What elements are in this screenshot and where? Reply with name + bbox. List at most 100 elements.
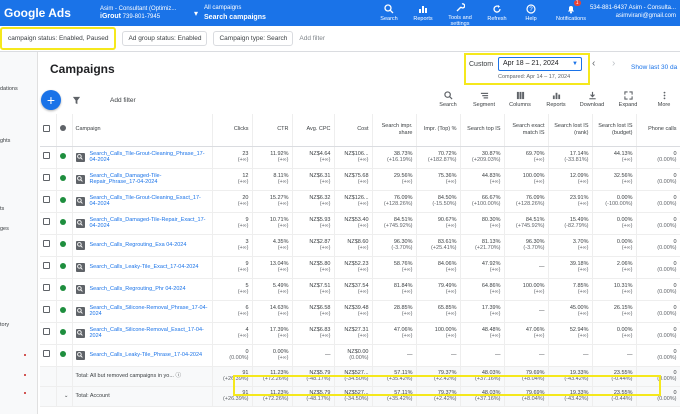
row-checkbox[interactable] bbox=[40, 344, 57, 367]
toolbar-expand-button[interactable]: Expand bbox=[610, 90, 646, 108]
cell-change: (+8.04%) bbox=[522, 376, 545, 382]
campaign-name-link[interactable]: Search_Calls_Silicone-Removal_Exact_17-0… bbox=[90, 327, 209, 340]
filter-chip-ad-group-status[interactable]: Ad group status: Enabled bbox=[122, 31, 208, 46]
campaign-name-link[interactable]: Search_Calls_Leaky-Tile_Exact_17-04-2024 bbox=[90, 264, 199, 271]
column-header-phone-calls[interactable]: Phone calls bbox=[636, 114, 680, 147]
cell-change: (+∞) bbox=[237, 245, 249, 251]
campaign-name-link[interactable]: Search_Calls_Silicone-Removal_Phrase_17-… bbox=[90, 305, 209, 318]
table-row[interactable]: Search_Calls_Silicone-Removal_Phrase_17-… bbox=[40, 300, 680, 323]
row-status[interactable] bbox=[56, 344, 73, 367]
column-header-impr-top[interactable]: Impr. (Top) % bbox=[416, 114, 461, 147]
column-header-search-exact-match-is[interactable]: Search exact match IS bbox=[504, 114, 549, 147]
row-status[interactable] bbox=[56, 256, 73, 279]
column-header-search-lost-is-rank[interactable]: Search lost IS (rank) bbox=[548, 114, 593, 147]
row-checkbox[interactable] bbox=[40, 146, 57, 169]
row-status[interactable] bbox=[56, 212, 73, 235]
select-all-checkbox[interactable] bbox=[40, 114, 57, 147]
sidebar-item-recommendations[interactable]: dations bbox=[0, 86, 18, 92]
filter-chip-campaign-type[interactable]: Campaign type: Search bbox=[213, 31, 294, 46]
table-row[interactable]: Search_Calls_Damaged-Tile-Repair_Phrase_… bbox=[40, 168, 680, 191]
previous-period-icon[interactable]: ‹ bbox=[592, 58, 595, 69]
toolbar-download-button[interactable]: Download bbox=[574, 90, 610, 108]
filter-chip-campaign-status[interactable]: campaign status: Enabled, Paused bbox=[0, 27, 117, 50]
cell-change: (+∞) bbox=[319, 157, 331, 163]
sidebar-item-assets[interactable]: ts bbox=[0, 206, 4, 212]
column-header-ctr[interactable]: CTR bbox=[252, 114, 293, 147]
add-filter-link[interactable]: Add filter bbox=[299, 35, 325, 42]
cell-cost: NZ$75.68 (+∞) bbox=[334, 168, 373, 191]
refresh-button[interactable]: Refresh bbox=[480, 0, 514, 26]
toolbar-search-button[interactable]: Search bbox=[430, 90, 466, 108]
campaign-name-link[interactable]: Search_Calls_Regrouting_Exa 04-2024 bbox=[90, 242, 187, 249]
table-row[interactable]: Search_Calls_Silicone-Removal_Exact_17-0… bbox=[40, 322, 680, 345]
column-header-clicks[interactable]: Clicks bbox=[212, 114, 253, 147]
sidebar-item-history[interactable]: tory bbox=[0, 322, 9, 328]
row-checkbox[interactable] bbox=[40, 256, 57, 279]
table-add-filter[interactable]: Add filter bbox=[110, 97, 136, 104]
campaign-name-link[interactable]: Search_Calls_Regrouting_Phr 04-2024 bbox=[90, 286, 186, 293]
toolbar-more-button[interactable]: More bbox=[646, 90, 680, 108]
status-column-header[interactable] bbox=[56, 114, 73, 147]
row-checkbox[interactable] bbox=[40, 212, 57, 235]
column-header-avg-cpc[interactable]: Avg. CPC bbox=[292, 114, 335, 147]
cell-change: (+∞) bbox=[319, 267, 331, 273]
breadcrumb-parent[interactable]: All campaigns bbox=[204, 4, 364, 13]
toolbar-reports-button[interactable]: Reports bbox=[538, 90, 574, 108]
table-row[interactable]: Search_Calls_Tile-Grout-Cleaning_Phrase_… bbox=[40, 146, 680, 169]
add-campaign-button[interactable]: + bbox=[41, 90, 61, 110]
toolbar-columns-button[interactable]: Columns bbox=[502, 90, 538, 108]
notifications-button[interactable]: 1 Notifications bbox=[548, 0, 594, 26]
sidebar-item-pages[interactable]: ges bbox=[0, 226, 9, 232]
table-row[interactable]: Search_Calls_Leaky-Tile_Exact_17-04-2024… bbox=[40, 256, 680, 279]
table-row[interactable]: Search_Calls_Leaky-Tile_Phrase_17-04-202… bbox=[40, 344, 680, 367]
row-checkbox[interactable] bbox=[40, 300, 57, 323]
search-icon bbox=[384, 3, 395, 14]
campaign-name-link[interactable]: Search_Calls_Damaged-Tile-Repair_Phrase_… bbox=[90, 173, 209, 186]
table-row[interactable]: Search_Calls_Damaged-Tile-Repair_Exact_1… bbox=[40, 212, 680, 235]
column-header-search-impr-share[interactable]: Search impr. share bbox=[372, 114, 417, 147]
chevron-down-icon[interactable]: ▾ bbox=[194, 9, 198, 18]
column-header-search-lost-is-budget[interactable]: Search lost IS (budget) bbox=[592, 114, 637, 147]
signed-in-account[interactable]: 534-881-6437 Asim - Consulta... asimvira… bbox=[590, 4, 676, 20]
cell-change: (+∞) bbox=[357, 201, 369, 207]
google-ads-logo[interactable]: Google Ads bbox=[0, 6, 100, 20]
row-status[interactable] bbox=[56, 168, 73, 191]
cell-ctr: 11.23% (+72.26%) bbox=[252, 386, 293, 407]
info-icon[interactable]: ⓘ bbox=[175, 373, 181, 379]
tools-settings-button[interactable]: Tools and settings bbox=[440, 0, 480, 27]
expand-chevron-icon[interactable]: ⌄ bbox=[56, 386, 73, 407]
search-tool-button[interactable]: Search bbox=[372, 0, 406, 26]
campaign-name-link[interactable]: Search_Calls_Tile-Grout-Cleaning_Exact_1… bbox=[90, 195, 209, 208]
account-switcher[interactable]: Asim - Consultant (Optimiz... iGrout 739… bbox=[100, 5, 192, 21]
cell-change: (+37.16%) bbox=[474, 396, 501, 402]
row-checkbox[interactable] bbox=[40, 278, 57, 301]
breadcrumb[interactable]: All campaigns Search campaigns bbox=[204, 4, 364, 22]
campaign-name-link[interactable]: Search_Calls_Damaged-Tile-Repair_Exact_1… bbox=[90, 217, 209, 230]
help-button[interactable]: ? Help bbox=[514, 0, 548, 26]
table-row[interactable]: Search_Calls_Tile-Grout-Cleaning_Exact_1… bbox=[40, 190, 680, 213]
row-checkbox[interactable] bbox=[40, 234, 57, 257]
column-header-search-top-is[interactable]: Search top IS bbox=[460, 114, 505, 147]
row-status[interactable] bbox=[56, 190, 73, 213]
column-header-cost[interactable]: Cost bbox=[334, 114, 373, 147]
filter-funnel-icon[interactable] bbox=[72, 96, 81, 107]
row-checkbox[interactable] bbox=[40, 190, 57, 213]
row-status[interactable] bbox=[56, 278, 73, 301]
row-checkbox[interactable] bbox=[40, 168, 57, 191]
sidebar-item-insights[interactable]: ghts bbox=[0, 138, 10, 144]
row-status[interactable] bbox=[56, 234, 73, 257]
row-checkbox[interactable] bbox=[40, 322, 57, 345]
reports-tool-button[interactable]: Reports bbox=[406, 0, 440, 26]
row-status[interactable] bbox=[56, 300, 73, 323]
row-status[interactable] bbox=[56, 322, 73, 345]
campaign-name-link[interactable]: Search_Calls_Tile-Grout-Cleaning_Phrase_… bbox=[90, 151, 209, 164]
campaign-name-link[interactable]: Search_Calls_Leaky-Tile_Phrase_17-04-202… bbox=[90, 352, 203, 359]
toolbar-segment-button[interactable]: Segment bbox=[466, 90, 502, 108]
date-range-select[interactable]: Apr 18 – 21, 2024 ▼ bbox=[498, 57, 582, 71]
next-period-icon[interactable]: › bbox=[612, 58, 615, 69]
column-header-campaign[interactable]: Campaign bbox=[72, 114, 213, 147]
row-status[interactable] bbox=[56, 146, 73, 169]
table-row[interactable]: Search_Calls_Regrouting_Exa 04-2024 3 (+∞… bbox=[40, 234, 680, 257]
table-row[interactable]: Search_Calls_Regrouting_Phr 04-2024 5 (+∞… bbox=[40, 278, 680, 301]
show-last-30-days-link[interactable]: Show last 30 da bbox=[631, 64, 677, 71]
